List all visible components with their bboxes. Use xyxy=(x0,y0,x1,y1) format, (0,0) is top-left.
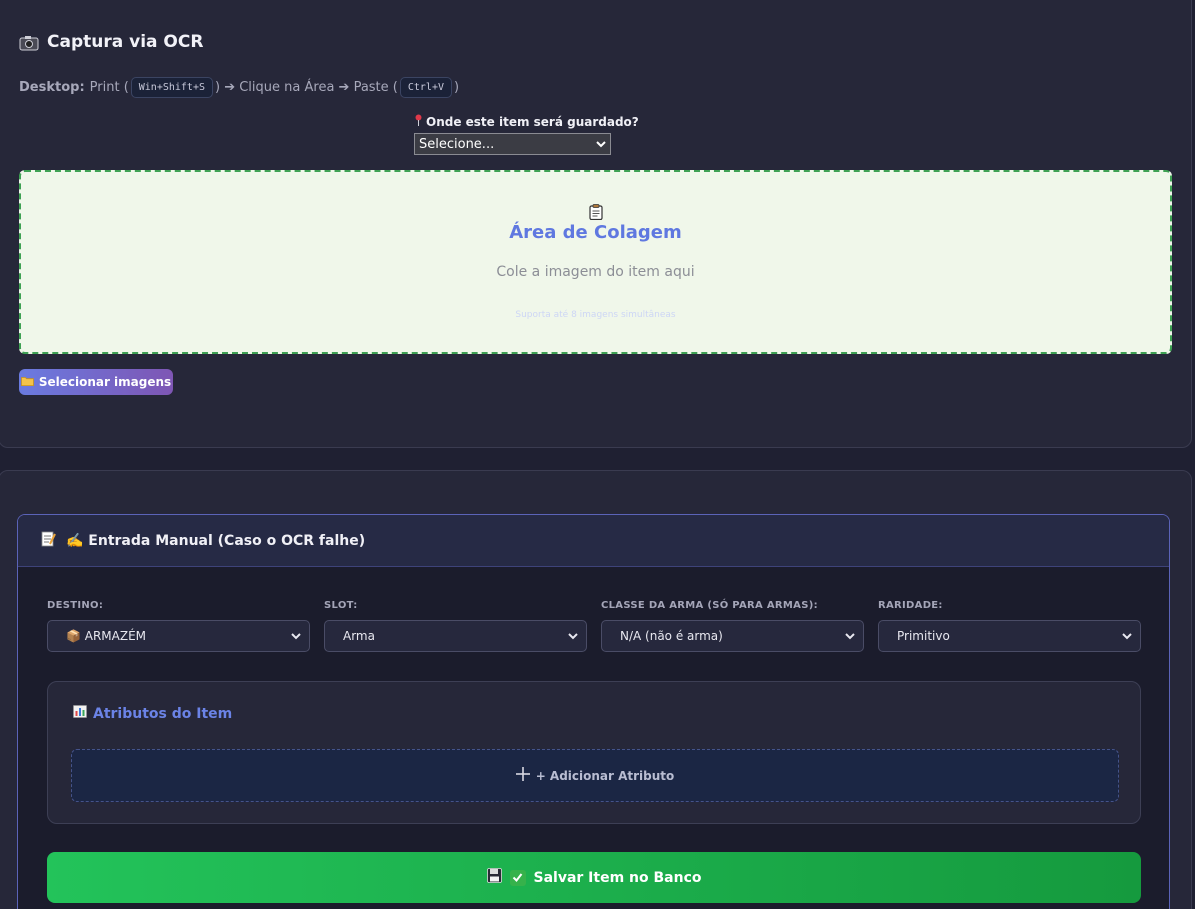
destino-value: 📦 ARMAZÉM xyxy=(66,629,147,643)
select-images-label: Selecionar imagens xyxy=(38,375,172,389)
slot-label: SLOT: xyxy=(324,600,358,611)
folder-icon xyxy=(20,375,34,389)
paste-area[interactable]: Área de Colagem Cole a imagem do item aq… xyxy=(19,170,1172,354)
chevron-down-icon xyxy=(568,633,578,640)
ocr-title-text: Captura via OCR xyxy=(47,32,204,52)
plus-icon xyxy=(515,767,530,784)
slot-select[interactable]: Arma xyxy=(324,620,587,652)
add-attribute-button[interactable]: + Adicionar Atributo xyxy=(71,749,1119,802)
desktop-instructions: Desktop: Print ( Win+Shift+S ) ➔ Clique … xyxy=(19,77,459,98)
clipboard-icon xyxy=(589,204,603,224)
rarity-label: RARIDADE: xyxy=(878,600,943,611)
desktop-label: Desktop: xyxy=(19,80,85,95)
paste-area-title: Área de Colagem xyxy=(509,222,682,243)
store-location-select[interactable]: Selecione... xyxy=(414,133,611,155)
floppy-icon xyxy=(486,868,502,887)
memo-icon xyxy=(41,531,56,551)
slot-value: Arma xyxy=(343,629,375,643)
step-print: Print ( xyxy=(89,80,129,95)
attributes-title-text: Atributos do Item xyxy=(93,705,233,722)
weapon-class-value: N/A (não é arma) xyxy=(620,629,723,643)
select-images-button[interactable]: Selecionar imagens xyxy=(19,369,173,395)
ocr-title: Captura via OCR xyxy=(19,32,203,52)
step-end: ) xyxy=(453,80,460,95)
bar-chart-icon xyxy=(73,705,87,722)
step-click: ) ➔ Clique na Área ➔ Paste ( xyxy=(215,80,398,95)
destino-select[interactable]: 📦 ARMAZÉM xyxy=(47,620,310,652)
manual-entry-title: ✍️ Entrada Manual (Caso o OCR falhe) xyxy=(66,532,366,549)
chevron-down-icon xyxy=(291,633,301,640)
store-location-label: Onde este item será guardado? xyxy=(414,114,639,129)
weapon-class-select[interactable]: N/A (não é arma) xyxy=(601,620,864,652)
chevron-down-icon xyxy=(845,633,855,640)
paste-area-subtitle: Cole a imagem do item aqui xyxy=(496,264,695,280)
save-item-label: Salvar Item no Banco xyxy=(533,869,702,886)
store-select-value: Selecione... xyxy=(419,136,495,152)
store-label-text: Onde este item será guardado? xyxy=(426,114,639,129)
chevron-down-icon xyxy=(596,141,606,148)
manual-entry-card: ✍️ Entrada Manual (Caso o OCR falhe) DES… xyxy=(17,514,1170,909)
pin-icon xyxy=(414,114,423,129)
destino-label: DESTINO: xyxy=(47,600,104,611)
rarity-select[interactable]: Primitivo xyxy=(878,620,1141,652)
attributes-section: Atributos do Item + Adicionar Atributo xyxy=(47,681,1141,824)
check-icon xyxy=(509,869,526,886)
manual-entry-header[interactable]: ✍️ Entrada Manual (Caso o OCR falhe) xyxy=(18,515,1169,567)
chevron-down-icon xyxy=(1122,633,1132,640)
weapon-class-label: CLASSE DA ARMA (SÓ PARA ARMAS): xyxy=(601,600,818,611)
attributes-title: Atributos do Item xyxy=(73,705,232,722)
shortcut-paste: Ctrl+V xyxy=(399,77,452,98)
rarity-value: Primitivo xyxy=(897,629,950,643)
paste-area-hint: Suporta até 8 imagens simultâneas xyxy=(515,310,676,320)
camera-icon xyxy=(19,35,39,50)
shortcut-capture: Win+Shift+S xyxy=(130,77,213,98)
add-attribute-label: + Adicionar Atributo xyxy=(535,768,675,783)
save-item-button[interactable]: Salvar Item no Banco xyxy=(47,852,1141,903)
